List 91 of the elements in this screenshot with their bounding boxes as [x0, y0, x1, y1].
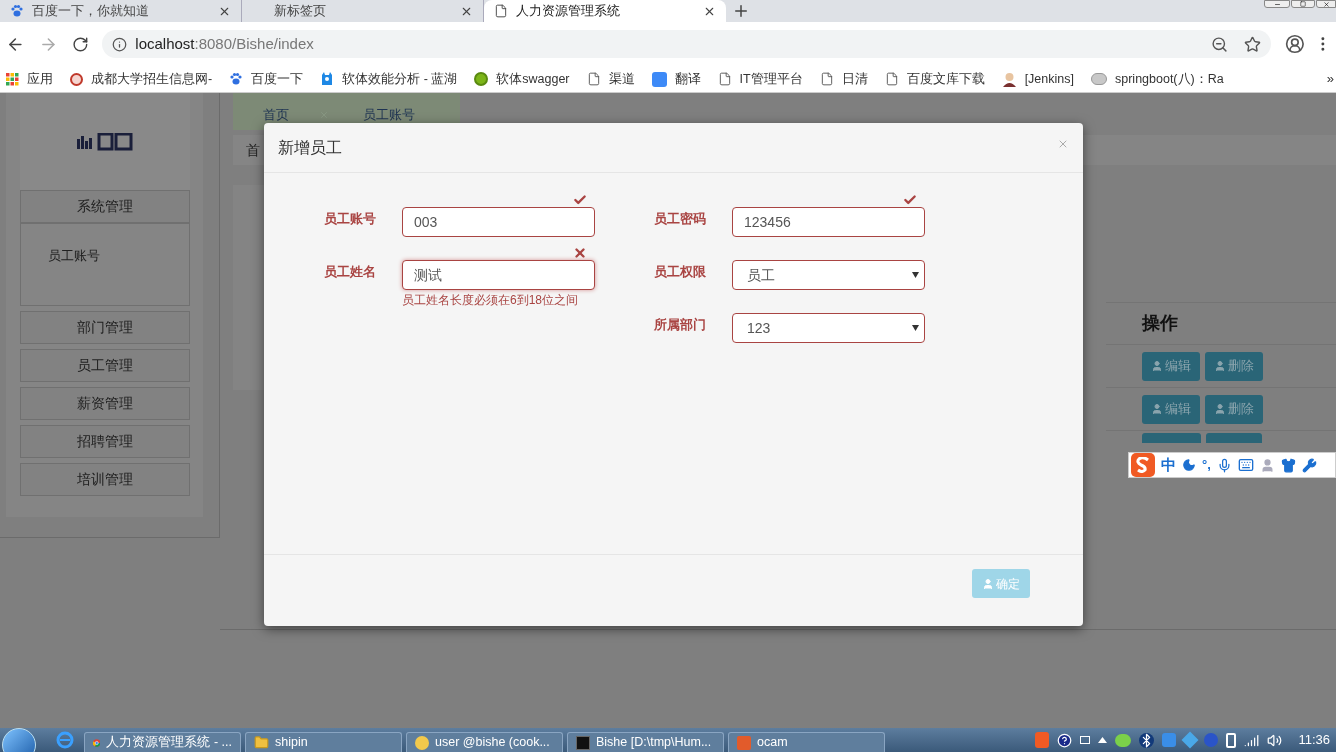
bluetooth-icon[interactable]: [1139, 732, 1155, 748]
reload-icon[interactable]: [71, 35, 89, 53]
signal-icon[interactable]: [1244, 732, 1260, 748]
menu-item[interactable]: 系统管理: [19, 190, 190, 223]
start-button[interactable]: [2, 728, 36, 752]
page-icon: [586, 72, 601, 86]
taskbar-item[interactable]: ocam: [728, 732, 885, 752]
dropdown-arrow-icon: [912, 272, 919, 278]
help-icon[interactable]: [1057, 732, 1073, 748]
bookmark[interactable]: 百度文库下载: [884, 69, 985, 89]
taskbar-item[interactable]: shipin: [245, 732, 402, 752]
taskbar-item[interactable]: user @bishe (cook...: [406, 732, 563, 752]
breadcrumb: 首: [246, 140, 260, 160]
punctuation-mode[interactable]: °,: [1202, 455, 1211, 475]
user-icon: [1151, 360, 1163, 372]
page-icon: [717, 72, 732, 86]
show-hidden-icons-icon[interactable]: [1098, 737, 1108, 743]
logo-icon: [76, 132, 133, 151]
taskbar-item[interactable]: Bishe [D:\tmp\Hum...: [567, 732, 724, 752]
keyboard-icon[interactable]: [1237, 457, 1254, 473]
user-icon: [982, 577, 994, 590]
microphone-icon[interactable]: [1216, 457, 1232, 473]
error-message: 员工姓名长度必须在6到18位之间: [402, 292, 580, 309]
maximize-icon[interactable]: [1291, 0, 1315, 8]
user-icon: [1214, 403, 1226, 415]
input-field[interactable]: 003: [402, 207, 595, 237]
input-field[interactable]: 123456: [732, 207, 925, 237]
close-window-icon[interactable]: [1316, 0, 1336, 8]
page-icon: [884, 72, 899, 86]
zoom-out-icon[interactable]: [1210, 35, 1228, 53]
apps-grid-icon: [6, 72, 19, 86]
bookmark[interactable]: IT管理平台: [717, 69, 803, 89]
dropdown-arrow-icon: [912, 325, 919, 331]
bookmark[interactable]: 日清: [819, 69, 868, 89]
tab-title: 新标签页: [274, 2, 327, 21]
sogou-logo-icon[interactable]: [1131, 453, 1155, 477]
dialog-title: 新增员工: [278, 137, 343, 158]
input-mode[interactable]: 中: [1161, 453, 1176, 477]
bookmark-star-icon[interactable]: [1243, 35, 1261, 53]
bookmark[interactable]: 软体swagger: [474, 69, 570, 89]
bookmark[interactable]: 翻译: [651, 69, 701, 89]
more-bookmarks[interactable]: »: [1326, 69, 1334, 89]
moon-icon[interactable]: [1182, 458, 1196, 472]
menu-item[interactable]: 培训管理: [19, 463, 190, 496]
monster-icon: [320, 72, 335, 86]
address-bar[interactable]: localhost:8080/Bishe/index: [102, 30, 1271, 58]
field-label: 员工权限: [654, 263, 707, 281]
browser-tab[interactable]: 人力资源管理系统: [484, 0, 726, 22]
info-icon: [112, 36, 128, 52]
shirt-icon[interactable]: [1280, 457, 1296, 473]
circle-logo-icon: [70, 72, 83, 86]
page-tab[interactable]: 员工账号: [333, 100, 433, 130]
paw-icon: [10, 4, 24, 18]
bookmark[interactable]: 渠道: [586, 69, 635, 89]
dropdown[interactable]: 123: [732, 313, 925, 343]
profile-icon[interactable]: [1284, 34, 1305, 54]
url-text: localhost:8080/Bishe/index: [135, 33, 315, 54]
bookmark[interactable]: 软体效能分析 - 蓝湖: [320, 69, 458, 89]
field-label: 所属部门: [654, 316, 707, 334]
bookmark[interactable]: 百度一下: [229, 69, 304, 89]
field-label: 员工密码: [654, 210, 707, 228]
clock[interactable]: 11:36: [1298, 730, 1330, 750]
new-tab-icon[interactable]: [732, 2, 750, 20]
field-label: 员工账号: [324, 210, 377, 228]
folder-icon: [254, 735, 269, 750]
menu-item[interactable]: 招聘管理: [19, 425, 190, 458]
person-avatar-icon: [1001, 71, 1017, 87]
bookmark[interactable]: 成都大学招生信息网-: [70, 69, 213, 89]
volume-icon[interactable]: [1267, 732, 1283, 748]
user-icon: [1214, 360, 1226, 372]
bookmark[interactable]: springboot(八)：Ra: [1091, 69, 1224, 89]
input-field[interactable]: 测试: [402, 260, 595, 290]
bookmark[interactable]: 应用: [6, 69, 53, 89]
dropdown[interactable]: 员工: [732, 260, 925, 290]
taskbar-item[interactable]: 人力资源管理系统 - ...: [84, 732, 241, 752]
page-icon: [819, 72, 834, 86]
bookmark[interactable]: [Jenkins]: [1001, 69, 1074, 89]
column-header: 操作: [1142, 312, 1178, 335]
menu-item[interactable]: 员工管理: [19, 349, 190, 382]
tab-title: 百度一下，你就知道: [32, 2, 150, 21]
paw-icon: [229, 72, 244, 86]
settings-icon[interactable]: [1301, 457, 1317, 473]
user-icon: [1151, 403, 1163, 415]
page-icon: [494, 4, 508, 18]
tab-title: 人力资源管理系统: [516, 2, 621, 21]
menu-item[interactable]: 部门管理: [19, 311, 190, 344]
menu-item[interactable]: 薪资管理: [19, 387, 190, 420]
minimize-icon[interactable]: [1264, 0, 1290, 8]
submenu-item[interactable]: 员工账号: [47, 246, 162, 266]
field-label: 员工姓名: [324, 263, 377, 281]
browser-tab[interactable]: 百度一下，你就知道: [0, 0, 242, 22]
